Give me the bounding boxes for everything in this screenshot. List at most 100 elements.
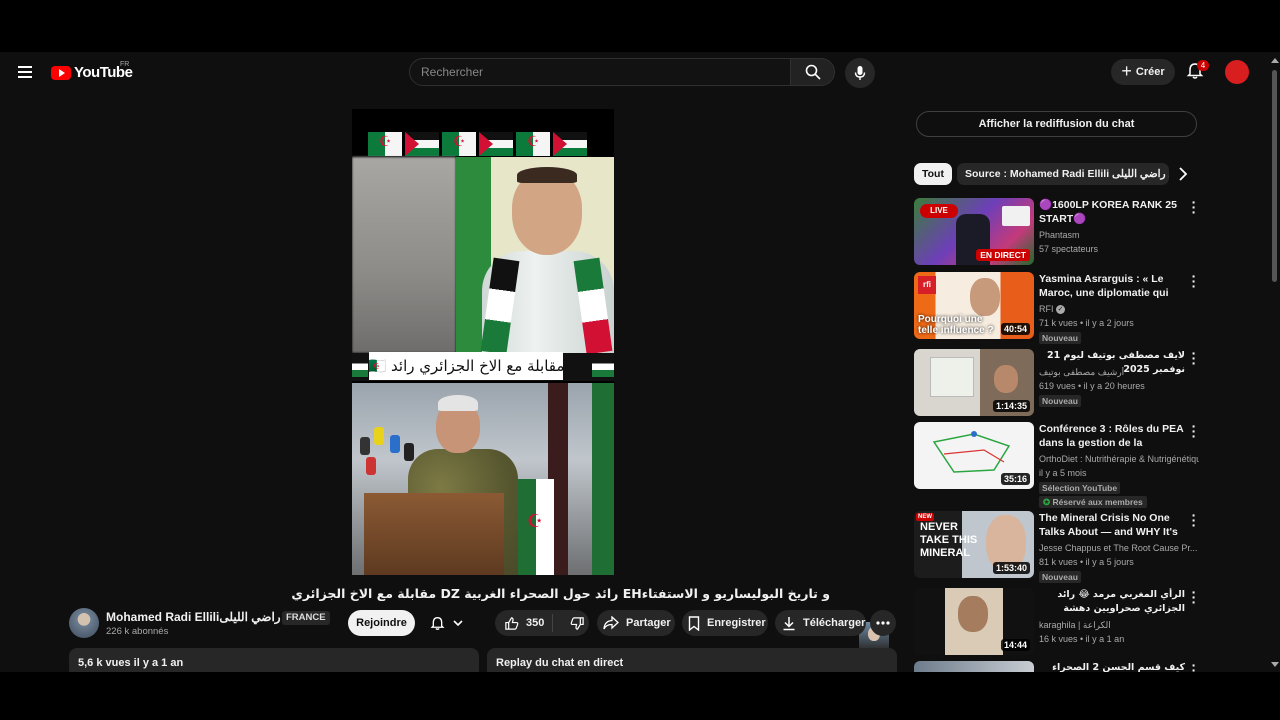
- logo-country-code: FR: [120, 61, 130, 68]
- account-avatar[interactable]: [1225, 60, 1249, 84]
- search-button[interactable]: [790, 58, 835, 86]
- live-tag: LIVE: [920, 204, 958, 218]
- recommendation-meta: 71 k vues • il y a 2 jours: [1039, 318, 1134, 328]
- recommendation-item[interactable]: 14:44 الرأي المغربي مرمد 😂 رائد الجزائري…: [914, 585, 1200, 658]
- thumbnail-text: Pourquoi une telle influence ?: [918, 314, 994, 336]
- sahrawi-flag-icon: [405, 132, 439, 156]
- live-badge: EN DIRECT: [976, 249, 1030, 261]
- more-actions-button[interactable]: [870, 610, 896, 636]
- more-vertical-icon[interactable]: ···: [1189, 508, 1199, 532]
- youtube-selection-badge: Sélection YouTube: [1039, 482, 1121, 494]
- recommendation-channel[interactable]: Jesse Chappus et The Root Cause Pr...: [1039, 543, 1199, 553]
- sahrawi-flag-icon: [592, 357, 614, 377]
- like-button[interactable]: 350: [495, 614, 553, 632]
- algeria-flag-icon: [368, 132, 402, 156]
- menu-icon[interactable]: [18, 66, 32, 78]
- recommendation-title[interactable]: كيف قسم الحسن 2 الصحراء الغربية مع: [1039, 661, 1185, 672]
- more-vertical-icon[interactable]: ···: [1189, 269, 1199, 293]
- korea-flag-icon: [1002, 206, 1030, 226]
- recommendation-channel[interactable]: karaghila | الكراعة: [1039, 620, 1199, 631]
- channel-name[interactable]: Mohamed Radi Elliliمحمد راضي الليلى: [106, 610, 311, 624]
- create-button[interactable]: + Créer: [1111, 59, 1175, 85]
- video-thumbnail[interactable]: 35:16: [914, 422, 1034, 489]
- recommendation-channel[interactable]: RFI ✓: [1039, 304, 1199, 315]
- show-chat-replay-button[interactable]: Afficher la rediffusion du chat: [916, 111, 1197, 137]
- chip-all[interactable]: Tout: [914, 163, 952, 185]
- video-title: و تاريخ البوليساريو و الاستفتاءEH رائد ح…: [291, 586, 830, 601]
- more-vertical-icon[interactable]: ···: [1189, 585, 1199, 609]
- algeria-flag-icon: [518, 479, 554, 575]
- duration-badge: 14:44: [1000, 639, 1030, 651]
- slide-screen: [930, 357, 974, 397]
- duration-badge: 1:14:35: [992, 400, 1030, 412]
- notifications-button[interactable]: 4: [1186, 60, 1209, 82]
- more-vertical-icon[interactable]: ···: [1189, 346, 1199, 370]
- plus-icon: +: [1121, 61, 1132, 81]
- recommendation-title[interactable]: Conférence 3 : Rôles du PEA dans la gest…: [1039, 422, 1185, 450]
- thumbs-down-icon: [570, 616, 584, 630]
- channel-avatar[interactable]: [69, 608, 99, 638]
- scroll-up-icon[interactable]: [1271, 58, 1279, 63]
- recommendation-item[interactable]: LIVE EN DIRECT 🟣1600LP KOREA RANK 25 STA…: [914, 195, 1200, 268]
- recommendation-item[interactable]: rfi Pourquoi une telle influence ? 40:54…: [914, 269, 1200, 344]
- more-vertical-icon[interactable]: ···: [1189, 419, 1199, 443]
- more-horizontal-icon: [876, 621, 890, 625]
- share-button[interactable]: Partager: [597, 610, 675, 636]
- notification-count-badge: 4: [1197, 60, 1209, 71]
- recommendation-item[interactable]: كيف قسم الحسن 2 الصحراء الغربية مع ···: [914, 658, 1200, 672]
- recommendation-title[interactable]: The Mineral Crisis No One Talks About — …: [1039, 511, 1185, 539]
- more-vertical-icon[interactable]: ···: [1189, 195, 1199, 219]
- scroll-down-icon[interactable]: [1271, 662, 1279, 667]
- recommendation-meta: 81 k vues • il y a 5 jours: [1039, 557, 1134, 567]
- sahrawi-flag-icon: [479, 132, 513, 156]
- video-thumbnail[interactable]: [914, 661, 1034, 672]
- views-and-date: 5,6 k vues il y a 1 an: [78, 657, 184, 669]
- search-icon: [805, 64, 821, 80]
- recommendation-item[interactable]: 1:14:35 لايف مصطفى بوتيف ليوم 21 نوفمبر …: [914, 346, 1200, 419]
- recommendation-channel[interactable]: Phantasm: [1039, 230, 1199, 240]
- youtube-logo[interactable]: YouTube FR: [51, 61, 133, 81]
- more-vertical-icon[interactable]: ···: [1189, 658, 1199, 672]
- video-player[interactable]: مقابلة مع الاخ الجزائري رائد 🇩🇿: [0, 94, 897, 650]
- save-button[interactable]: Enregistrer: [682, 610, 768, 636]
- recommendation-title[interactable]: الرأي المغربي مرمد 😂 رائد الجزائري صحراو…: [1039, 588, 1185, 616]
- video-thumbnail[interactable]: LIVE EN DIRECT: [914, 198, 1034, 265]
- page-scrollbar[interactable]: [1269, 52, 1280, 672]
- download-button[interactable]: Télécharger: [775, 610, 866, 636]
- chat-replay-card[interactable]: Replay du chat en direct: [487, 648, 897, 672]
- members-only-badge: ✪ Réservé aux membres: [1039, 496, 1147, 508]
- new-tag: NEW: [916, 513, 934, 521]
- video-thumbnail[interactable]: NEW NEVER TAKE THIS MINERAL 1:53:40: [914, 511, 1034, 578]
- youtube-app: YouTube FR + Créer 4: [0, 52, 1280, 672]
- video-thumbnail[interactable]: 14:44: [914, 588, 1034, 655]
- recommendation-channel[interactable]: OrthoDiet : Nutrithérapie & Nutrigénétiq…: [1039, 454, 1199, 464]
- scroll-thumb[interactable]: [1272, 70, 1277, 282]
- chevron-right-icon[interactable]: [1176, 166, 1190, 182]
- description-card[interactable]: 5,6 k vues il y a 1 an: [69, 648, 479, 672]
- thumbnail-text: NEVER TAKE THIS MINERAL: [920, 521, 978, 559]
- subscription-bell-button[interactable]: [420, 610, 472, 636]
- like-count: 350: [526, 617, 545, 629]
- join-button[interactable]: Rejoindre: [348, 610, 415, 636]
- recommendation-meta: 619 vues • il y a 20 heures: [1039, 381, 1145, 391]
- recommendation-item[interactable]: NEW NEVER TAKE THIS MINERAL 1:53:40 The …: [914, 508, 1200, 583]
- verified-icon: ✓: [1056, 305, 1066, 315]
- video-thumbnail[interactable]: 1:14:35: [914, 349, 1034, 416]
- chip-source[interactable]: Source : Mohamed Radi Ellili محمد راضي ا…: [957, 163, 1169, 185]
- recommendation-channel[interactable]: أرشيف مصطفى بوتيف: [1039, 367, 1199, 378]
- recommendation-title[interactable]: 🟣1600LP KOREA RANK 25 START🟣: [1039, 198, 1185, 226]
- interviewee-face: [512, 171, 582, 255]
- video-thumbnail[interactable]: rfi Pourquoi une telle influence ? 40:54: [914, 272, 1034, 339]
- new-badge: Nouveau: [1039, 395, 1081, 407]
- duration-badge: 1:53:40: [992, 562, 1030, 574]
- search-input[interactable]: [410, 59, 790, 85]
- country-badge: FRANCE: [282, 611, 330, 625]
- chevron-down-icon: [452, 620, 463, 627]
- recommendation-item[interactable]: 35:16 Conférence 3 : Rôles du PEA dans l…: [914, 419, 1200, 508]
- video-frame[interactable]: مقابلة مع الاخ الجزائري رائد 🇩🇿: [352, 109, 614, 575]
- dislike-button[interactable]: [560, 616, 585, 631]
- voice-search-button[interactable]: [845, 58, 875, 88]
- guest-face: [970, 278, 1000, 316]
- create-label: Créer: [1135, 66, 1165, 78]
- recommendation-title[interactable]: Yasmina Asrarguis : « Le Maroc, une dipl…: [1039, 272, 1185, 300]
